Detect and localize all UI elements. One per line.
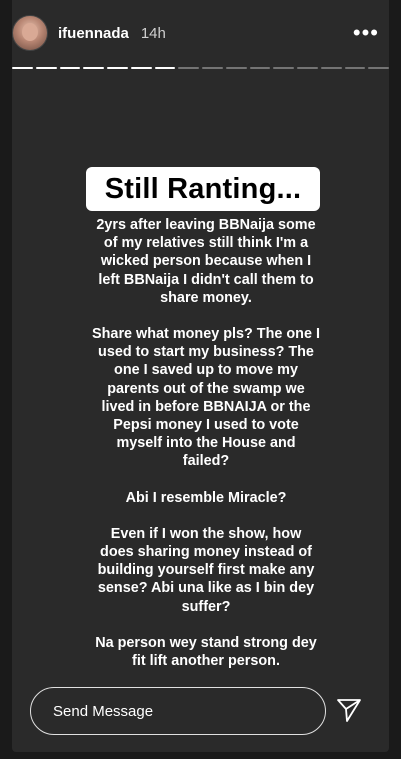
progress-segment [344, 67, 366, 69]
story-paragraph: 2yrs after leaving BBNaija some of my re… [96, 217, 316, 306]
more-horizontal-icon[interactable]: ••• [353, 22, 379, 44]
progress-segment [202, 67, 223, 69]
post-time: 14h [140, 24, 166, 42]
progress-segment [368, 67, 389, 69]
progress-segment [130, 67, 152, 69]
story-paragraph: Share what money pls? The one I used to … [92, 326, 320, 470]
avatar[interactable] [12, 15, 48, 51]
progress-segment [107, 67, 128, 69]
story-text: 2yrs after leaving BBNaija some of my re… [92, 216, 320, 670]
story-paragraph: Even if I won the show, how does sharing… [97, 525, 315, 615]
story-header: ifuennada 14h ••• [12, 15, 389, 51]
story-title-box: Still Ranting... [86, 167, 320, 211]
story-paragraph: Na person wey stand strong dey fit lift … [95, 634, 317, 670]
progress-segment [249, 67, 271, 69]
send-message-placeholder: Send Message [53, 702, 154, 720]
progress-segment [154, 67, 176, 69]
progress-segment [320, 67, 342, 69]
story-progress-bar [12, 67, 389, 69]
progress-segment [273, 67, 294, 69]
progress-segment [12, 67, 33, 69]
progress-segment [297, 67, 318, 69]
send-message-input[interactable]: Send Message [30, 687, 326, 735]
progress-segment [83, 67, 104, 69]
progress-segment [35, 67, 57, 69]
story-title: Still Ranting... [104, 172, 302, 205]
story-paragraph: Abi I resemble Miracle? [125, 489, 287, 506]
progress-segment [178, 67, 199, 69]
username[interactable]: ifuennada [58, 25, 129, 42]
progress-segment [59, 67, 81, 69]
send-paper-plane-icon[interactable] [335, 696, 363, 724]
progress-segment [225, 67, 247, 69]
